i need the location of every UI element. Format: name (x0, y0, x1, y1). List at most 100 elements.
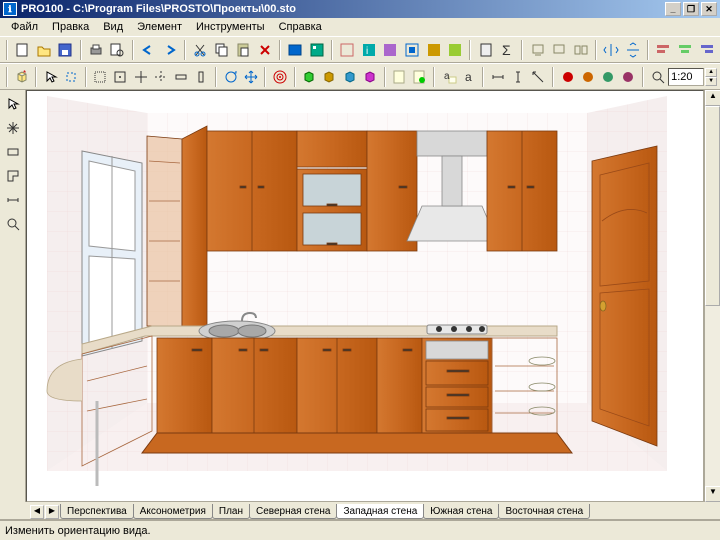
group-a-icon[interactable] (527, 39, 548, 61)
redo-icon[interactable] (159, 39, 180, 61)
align-a-icon[interactable] (653, 39, 674, 61)
tab-north[interactable]: Северная стена (249, 504, 338, 519)
tab-perspective[interactable]: Перспектива (60, 504, 134, 519)
clipboard2-icon[interactable] (410, 66, 429, 88)
tab-next-button[interactable]: ▶ (45, 505, 59, 519)
group-b-icon[interactable] (549, 39, 570, 61)
move-icon[interactable] (61, 66, 80, 88)
open-file-icon[interactable] (34, 39, 55, 61)
save-icon[interactable] (55, 39, 76, 61)
workspace: ▲ ▼ (0, 90, 720, 502)
tool-f-icon[interactable] (445, 39, 466, 61)
flip-h-icon[interactable] (601, 39, 622, 61)
dim-tool-icon[interactable] (2, 189, 24, 211)
titlebar-text: PRO100 - C:\Program Files\PROSTO\Проекты… (21, 3, 665, 15)
tab-axonometry[interactable]: Аксонометрия (133, 504, 213, 519)
dim-c-icon[interactable] (529, 66, 548, 88)
cube4-icon[interactable] (360, 66, 379, 88)
copy-icon[interactable] (211, 39, 232, 61)
print-preview-icon[interactable] (107, 39, 128, 61)
menu-file[interactable]: Файл (4, 21, 45, 33)
text-anno-icon[interactable]: a (439, 66, 458, 88)
menu-element[interactable]: Элемент (130, 21, 189, 33)
paste-icon[interactable] (233, 39, 254, 61)
svg-text:Σ: Σ (502, 42, 511, 58)
tab-east[interactable]: Восточная стена (498, 504, 590, 519)
sum-icon[interactable]: Σ (497, 39, 518, 61)
menu-help[interactable]: Справка (272, 21, 329, 33)
select-icon[interactable] (41, 66, 60, 88)
tab-plan[interactable]: План (212, 504, 250, 519)
zoom-spinner: ▲ ▼ (705, 68, 717, 86)
tool-e-icon[interactable] (423, 39, 444, 61)
catalog-icon[interactable] (307, 39, 328, 61)
svg-text:*: * (23, 69, 26, 78)
snap-c-icon[interactable] (131, 66, 150, 88)
render1-icon[interactable] (558, 66, 577, 88)
minimize-button[interactable]: _ (665, 2, 681, 16)
tab-west[interactable]: Западная стена (336, 504, 424, 519)
menu-tools[interactable]: Инструменты (189, 21, 272, 33)
shape-tool-icon[interactable] (2, 165, 24, 187)
zoom-tool-icon[interactable] (2, 213, 24, 235)
render2-icon[interactable] (578, 66, 597, 88)
svg-text:i: i (366, 46, 368, 57)
text-icon[interactable]: a (459, 66, 478, 88)
menu-edit[interactable]: Правка (45, 21, 96, 33)
arrow-tool-icon[interactable] (2, 93, 24, 115)
align-c-icon[interactable] (696, 39, 717, 61)
statusbar: Изменить ориентацию вида. (0, 520, 720, 540)
cube3-icon[interactable] (340, 66, 359, 88)
align-b-icon[interactable] (675, 39, 696, 61)
delete-icon[interactable] (254, 39, 275, 61)
tab-south[interactable]: Южная стена (423, 504, 499, 519)
dim-b-icon[interactable] (509, 66, 528, 88)
tool-b-icon[interactable]: i (359, 39, 380, 61)
new-file-icon[interactable] (12, 39, 33, 61)
scroll-up-button[interactable]: ▲ (705, 90, 720, 106)
svg-text:a: a (444, 71, 450, 82)
scroll-thumb-v[interactable] (705, 106, 720, 306)
close-button[interactable]: ✕ (701, 2, 717, 16)
view-tabs: ◀ ▶ Перспектива Аксонометрия План Северн… (0, 502, 720, 520)
clipboard1-icon[interactable] (390, 66, 409, 88)
cube2-icon[interactable] (320, 66, 339, 88)
cut-icon[interactable] (190, 39, 211, 61)
cube1-icon[interactable] (300, 66, 319, 88)
snap-a-icon[interactable] (91, 66, 110, 88)
snap-e-icon[interactable] (172, 66, 191, 88)
zoom-up-button[interactable]: ▲ (705, 68, 717, 77)
tab-prev-button[interactable]: ◀ (30, 505, 44, 519)
zoom-icon[interactable] (648, 66, 667, 88)
scroll-down-button[interactable]: ▼ (705, 486, 720, 502)
group-c-icon[interactable] (571, 39, 592, 61)
viewport[interactable] (26, 90, 704, 502)
svg-text:a: a (465, 70, 472, 84)
undo-icon[interactable] (138, 39, 159, 61)
dim-a-icon[interactable] (488, 66, 507, 88)
library-icon[interactable] (285, 39, 306, 61)
menu-view[interactable]: Вид (96, 21, 130, 33)
tool-c-icon[interactable] (380, 39, 401, 61)
rotate-icon[interactable] (221, 66, 240, 88)
asterisk-tool-icon[interactable] (2, 117, 24, 139)
wall-tool-icon[interactable] (2, 141, 24, 163)
print-icon[interactable] (86, 39, 107, 61)
zoom-down-button[interactable]: ▼ (705, 77, 717, 86)
snap-f-icon[interactable] (192, 66, 211, 88)
snap-d-icon[interactable] (151, 66, 170, 88)
tool-d-icon[interactable] (402, 39, 423, 61)
move-cross-icon[interactable] (241, 66, 260, 88)
snap-b-icon[interactable] (111, 66, 130, 88)
calculator-icon[interactable] (475, 39, 496, 61)
app-icon: ℹ (3, 2, 17, 16)
target-icon[interactable] (270, 66, 289, 88)
flip-v-icon[interactable] (623, 39, 644, 61)
maximize-button[interactable]: ❐ (683, 2, 699, 16)
vertical-scrollbar[interactable]: ▲ ▼ (704, 90, 720, 502)
cube-new-icon[interactable]: * (12, 66, 31, 88)
tool-a-icon[interactable] (337, 39, 358, 61)
render4-icon[interactable] (619, 66, 638, 88)
render3-icon[interactable] (598, 66, 617, 88)
zoom-input[interactable] (668, 68, 704, 86)
